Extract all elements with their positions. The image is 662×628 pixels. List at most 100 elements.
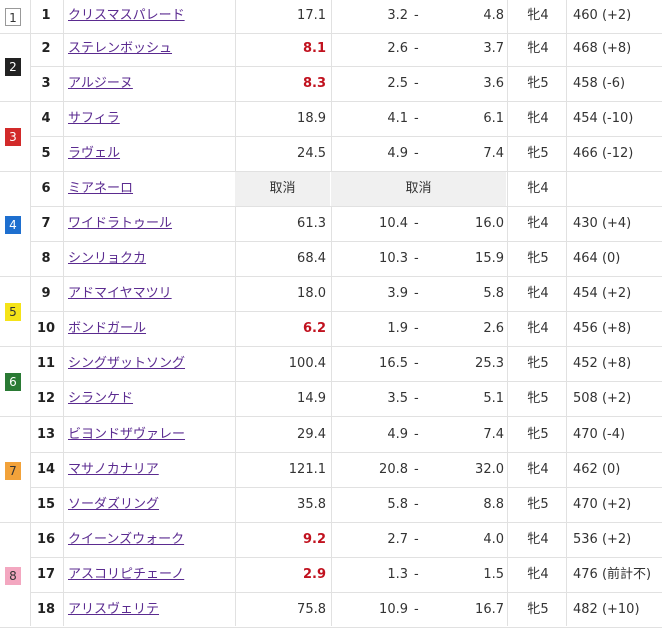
horse-weight: 464 (0)	[573, 251, 621, 266]
table-row: 12 シランケド 14.9 3.5-5.1 牝5 508 (+2)	[30, 382, 662, 417]
horse-name-link[interactable]: シンリョクカ	[68, 251, 146, 266]
waku-badge: 5	[5, 303, 21, 321]
table-row: 9 アドマイヤマツリ 18.0 3.9-5.8 牝4 454 (+2)	[30, 277, 662, 312]
horse-number: 4	[41, 111, 51, 126]
waku-badge: 7	[5, 461, 21, 480]
horse-weight: 468 (+8)	[573, 41, 632, 56]
scratched-odds: 取消	[235, 172, 330, 206]
table-row: 5 ラヴェル 24.5 4.9-7.4 牝5 466 (-12)	[30, 137, 662, 172]
horse-weight: 458 (-6)	[573, 76, 626, 91]
win-odds: 121.1	[288, 462, 326, 477]
horse-name-link[interactable]: ラヴェル	[68, 146, 120, 161]
table-row: 15 ソーダズリング 35.8 5.8-8.8 牝5 470 (+2)	[30, 488, 662, 523]
horse-name-link[interactable]: ミアネーロ	[68, 181, 133, 196]
win-odds: 100.4	[288, 356, 326, 371]
horse-name-link[interactable]: マサノカナリア	[68, 462, 159, 477]
table-row: 4 サフィラ 18.9 4.1-6.1 牝4 454 (-10)	[30, 102, 662, 137]
horse-name-cell: シングザットソング	[68, 347, 228, 381]
horse-weight: 462 (0)	[573, 462, 621, 477]
horse-name-link[interactable]: シングザットソング	[68, 356, 185, 371]
horse-weight: 456 (+8)	[573, 321, 632, 336]
horse-name-link[interactable]: ビヨンドザヴァレー	[68, 427, 185, 442]
scratched-place-odds: 取消	[331, 172, 506, 206]
horse-number: 6	[41, 181, 51, 196]
horse-number: 10	[36, 321, 56, 336]
horse-name-link[interactable]: ステレンボッシュ	[68, 41, 172, 56]
sex-age: 牝4	[527, 181, 549, 196]
place-odds-min: 3.9	[387, 286, 408, 301]
table-row: 10 ボンドガール 6.2 1.9-2.6 牝4 456 (+8)	[30, 312, 662, 347]
sex-age: 牝4	[527, 286, 549, 301]
horse-name-cell: クリスマスパレード	[68, 0, 228, 33]
horse-number: 16	[36, 532, 56, 547]
table-row: 14 マサノカナリア 121.1 20.8-32.0 牝4 462 (0)	[30, 453, 662, 488]
horse-name-cell: ラヴェル	[68, 137, 228, 171]
horse-weight: 476 (前計不)	[573, 567, 652, 582]
horse-name-link[interactable]: クリスマスパレード	[68, 8, 185, 23]
sex-age: 牝4	[527, 321, 549, 336]
place-odds-max: 16.0	[475, 216, 504, 231]
odds-table: 12345678 1 クリスマスパレード 17.1 3.2-4.8 牝4 460 (+2)…	[0, 0, 662, 628]
horse-number: 9	[41, 286, 51, 301]
place-odds-min: 3.2	[387, 8, 408, 23]
horse-name-link[interactable]: ボンドガール	[68, 321, 146, 336]
waku-cell: 7	[0, 418, 30, 523]
place-odds-max: 16.7	[475, 602, 504, 617]
horse-name-link[interactable]: シランケド	[68, 391, 133, 406]
win-odds: 6.2	[302, 321, 326, 336]
waku-badge: 8	[5, 566, 21, 585]
win-odds: 35.8	[297, 497, 326, 512]
place-odds-min: 16.5	[379, 356, 408, 371]
horse-number: 13	[36, 427, 56, 442]
horse-name-link[interactable]: アスコリピチェーノ	[68, 567, 184, 582]
place-odds-max: 8.8	[483, 497, 504, 512]
place-odds-max: 2.6	[483, 321, 504, 336]
horse-name-link[interactable]: ワイドラトゥール	[68, 216, 172, 231]
horse-name-link[interactable]: サフィラ	[68, 111, 120, 126]
win-odds: 29.4	[297, 427, 326, 442]
place-odds-min: 2.7	[387, 532, 408, 547]
waku-cell: 5	[0, 277, 30, 347]
place-odds-max: 7.4	[483, 146, 504, 161]
sex-age: 牝5	[527, 146, 549, 161]
waku-cell: 2	[0, 32, 30, 102]
horse-name-cell: ソーダズリング	[68, 488, 228, 522]
horse-name-cell: クイーンズウォーク	[68, 523, 228, 557]
horse-weight: 454 (+2)	[573, 286, 632, 301]
sex-age: 牝5	[527, 497, 549, 512]
win-odds: 14.9	[297, 391, 326, 406]
horse-number: 8	[41, 251, 51, 266]
sex-age: 牝4	[527, 567, 549, 582]
waku-cell: 1	[0, 0, 30, 34]
place-odds-max: 4.8	[483, 8, 504, 23]
win-odds: 18.9	[297, 111, 326, 126]
place-odds-max: 5.8	[483, 286, 504, 301]
horse-name-cell: ボンドガール	[68, 312, 228, 346]
horse-number: 15	[36, 497, 56, 512]
win-odds: 68.4	[297, 251, 326, 266]
place-odds-min: 10.9	[379, 602, 408, 617]
horse-name-link[interactable]: ソーダズリング	[68, 497, 159, 512]
horse-number: 11	[36, 356, 56, 371]
horse-weight: 536 (+2)	[573, 532, 632, 547]
place-odds-min: 1.9	[387, 321, 408, 336]
horse-name-cell: ステレンボッシュ	[68, 32, 228, 66]
horse-name-link[interactable]: アルジーヌ	[68, 76, 133, 91]
sex-age: 牝4	[527, 532, 549, 547]
horse-number: 3	[41, 76, 51, 91]
horse-name-cell: アドマイヤマツリ	[68, 277, 228, 311]
horse-name-link[interactable]: アリスヴェリテ	[68, 602, 159, 617]
horse-name-cell: アスコリピチェーノ	[68, 558, 228, 592]
table-row: 18 アリスヴェリテ 75.8 10.9-16.7 牝5 482 (+10)	[30, 593, 662, 628]
waku-badge: 6	[5, 373, 21, 391]
horse-name-link[interactable]: アドマイヤマツリ	[68, 286, 172, 301]
table-row: 11 シングザットソング 100.4 16.5-25.3 牝5 452 (+8)	[30, 347, 662, 382]
horse-name-link[interactable]: クイーンズウォーク	[68, 532, 184, 547]
horse-number: 7	[41, 216, 51, 231]
win-odds: 61.3	[297, 216, 326, 231]
place-odds-min: 3.5	[387, 391, 408, 406]
place-odds-max: 1.5	[483, 567, 504, 582]
horse-number: 1	[41, 8, 51, 23]
win-odds: 17.1	[297, 8, 326, 23]
waku-badge: 2	[5, 58, 21, 76]
